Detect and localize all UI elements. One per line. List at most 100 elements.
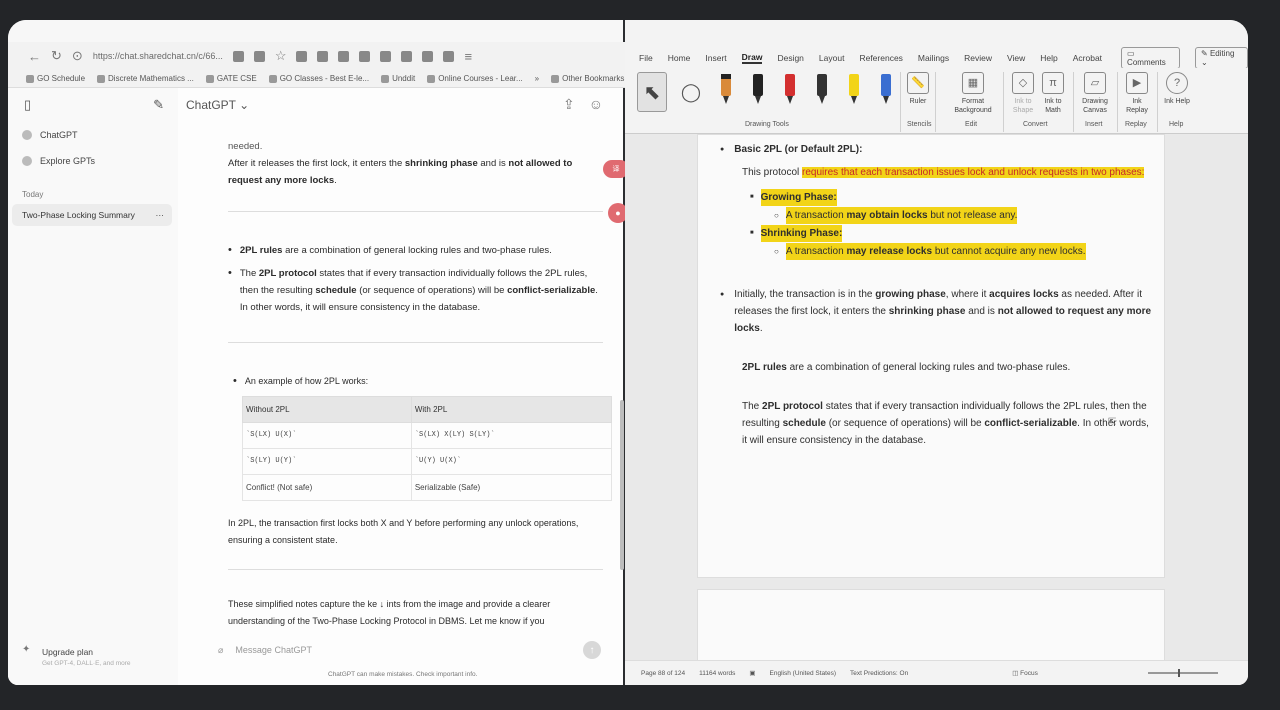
ink-to-shape-button[interactable]: ◇ Ink to Shape (1009, 72, 1037, 115)
document-page[interactable]: Basic 2PL (or Default 2PL): This protoco… (697, 134, 1165, 578)
tab-draw[interactable]: Draw (741, 52, 763, 64)
reload-icon[interactable]: ↻ (51, 48, 62, 64)
lasso-icon[interactable]: ◯ (677, 72, 705, 112)
table-row: `S(LY) U(Y)` `U(Y) U(X)` (242, 448, 613, 475)
doc-list-item: Shrinking Phase: (720, 225, 1155, 242)
message-input[interactable]: Message ChatGPT (235, 645, 312, 655)
group-label: Replay (1125, 121, 1147, 128)
menu-icon[interactable]: ≡ (464, 49, 472, 64)
extension-icon[interactable] (338, 50, 350, 62)
select-tool-icon[interactable]: ⬉ (637, 72, 667, 112)
send-button[interactable]: ↑ (583, 641, 601, 659)
zoom-slider[interactable] (1148, 669, 1218, 677)
grid-icon (22, 156, 32, 166)
new-chat-icon[interactable]: ✎ (153, 97, 164, 113)
divider (228, 569, 603, 570)
bookmark-star-icon[interactable]: ☆ (275, 48, 287, 64)
divider (228, 342, 603, 343)
tab-review[interactable]: Review (964, 53, 992, 63)
tab-references[interactable]: References (859, 53, 902, 63)
ruler-button[interactable]: 📏 Ruler (907, 72, 929, 106)
doc-list-item: A transaction may obtain locks but not r… (720, 207, 1155, 224)
bookmark-item[interactable]: Discrete Mathematics ... (97, 74, 194, 83)
pen-black[interactable] (747, 72, 769, 112)
focus-button[interactable]: ◫ Focus (1012, 669, 1038, 677)
extension-icon[interactable] (401, 50, 413, 62)
pen-orange[interactable] (715, 72, 737, 112)
bookmark-item[interactable]: Online Courses - Lear... (427, 74, 523, 83)
proofing-icon[interactable]: ▣ (749, 669, 755, 677)
table-header: Without 2PL (242, 396, 412, 423)
avatar[interactable]: ☺ (589, 96, 603, 113)
tab-layout[interactable]: Layout (819, 53, 845, 63)
bookmark-item[interactable]: Other Bookmarks (551, 74, 624, 83)
chatgpt-logo-icon (22, 130, 32, 140)
sidebar-item-explore-gpts[interactable]: Explore GPTs (8, 148, 178, 174)
tab-file[interactable]: File (639, 53, 653, 63)
comment-icon: ▭ (1127, 49, 1135, 58)
word-count[interactable]: 11164 words (699, 670, 735, 677)
tab-home[interactable]: Home (668, 53, 691, 63)
scrollbar[interactable] (620, 400, 624, 570)
extension-icon[interactable] (253, 50, 265, 62)
doc-heading: Basic 2PL (or Default 2PL): (720, 141, 1155, 158)
page-count[interactable]: Page 88 of 124 (641, 670, 685, 677)
tab-mailings[interactable]: Mailings (918, 53, 949, 63)
extension-icon[interactable] (443, 50, 455, 62)
lock-icon: ⊙ (71, 48, 83, 63)
ink-help-button[interactable]: ? Ink Help (1163, 72, 1191, 106)
editing-mode-button[interactable]: ✎ Editing ⌄ (1195, 47, 1248, 69)
drawing-canvas-button[interactable]: ▱ Drawing Canvas (1077, 72, 1113, 115)
pen-gray[interactable] (811, 72, 833, 112)
group-label: Drawing Tools (745, 121, 789, 128)
ink-replay-button[interactable]: ▶ Ink Replay (1123, 72, 1151, 115)
highlighter-yellow[interactable] (843, 72, 865, 112)
sidebar-toggle-icon[interactable]: ▯ (24, 97, 31, 113)
tab-insert[interactable]: Insert (705, 53, 726, 63)
bookmark-item[interactable]: Unddit (381, 74, 415, 83)
more-options-icon[interactable]: ··· (156, 210, 165, 220)
table-row: Conflict! (Not safe) Serializable (Safe) (242, 474, 613, 501)
document-page[interactable] (697, 589, 1165, 669)
word-window: File Home Insert Draw Design Layout Refe… (625, 20, 1248, 685)
tab-design[interactable]: Design (777, 53, 803, 63)
pen-red[interactable] (779, 72, 801, 112)
language-status[interactable]: English (United States) (770, 670, 836, 677)
doc-paragraph: The 2PL protocol states that if every tr… (742, 401, 1149, 446)
tab-view[interactable]: View (1007, 53, 1025, 63)
extension-icon[interactable] (422, 50, 434, 62)
ink-to-math-button[interactable]: π Ink to Math (1039, 72, 1067, 115)
format-background-button[interactable]: ▦ Format Background (951, 72, 995, 115)
tab-help[interactable]: Help (1040, 53, 1057, 63)
model-selector[interactable]: ChatGPT ⌄ (186, 98, 249, 112)
bookmark-item[interactable]: GO Schedule (26, 74, 85, 83)
ink-to-shape-icon: ◇ (1012, 72, 1034, 94)
more-bookmarks-icon[interactable]: » (535, 74, 539, 83)
extension-icon[interactable] (232, 50, 244, 62)
sidebar-item-chatgpt[interactable]: ChatGPT (8, 122, 178, 148)
share-icon[interactable]: ⇪ (563, 96, 575, 113)
sidebar-chat-item[interactable]: Two-Phase Locking Summary ··· (12, 204, 172, 226)
extension-icon[interactable] (317, 50, 329, 62)
back-icon[interactable]: ← (28, 49, 41, 64)
pen-blue[interactable] (875, 72, 897, 112)
browser-window: ← ↻ ⊙ https://chat.sharedchat.cn/c/66...… (8, 20, 629, 685)
scroll-down-icon[interactable]: ↓ (380, 599, 385, 609)
text-predictions-status[interactable]: Text Predictions: On (850, 670, 908, 677)
divider (1003, 72, 1004, 132)
chat-message: needed. After it releases the first lock… (228, 138, 613, 630)
attach-icon[interactable]: ⌀ (218, 645, 223, 656)
bookmark-item[interactable]: GATE CSE (205, 74, 257, 83)
bookmark-icon (97, 74, 106, 83)
upgrade-plan-button[interactable]: Upgrade plan Get GPT-4, DALL·E, and more (42, 647, 131, 667)
comments-button[interactable]: ▭ Comments (1121, 47, 1180, 69)
extension-icon[interactable] (359, 50, 371, 62)
bookmarks-bar: GO Schedule Discrete Mathematics ... GAT… (8, 70, 625, 88)
document-body: Basic 2PL (or Default 2PL): This protoco… (720, 139, 1155, 449)
bookmark-item[interactable]: GO Classes - Best E-le... (268, 74, 369, 83)
ink-to-math-icon: π (1042, 72, 1064, 94)
extension-icon[interactable] (296, 50, 308, 62)
extension-icon[interactable] (380, 50, 392, 62)
url-text[interactable]: https://chat.sharedchat.cn/c/66... (93, 51, 223, 61)
tab-acrobat[interactable]: Acrobat (1073, 53, 1102, 63)
